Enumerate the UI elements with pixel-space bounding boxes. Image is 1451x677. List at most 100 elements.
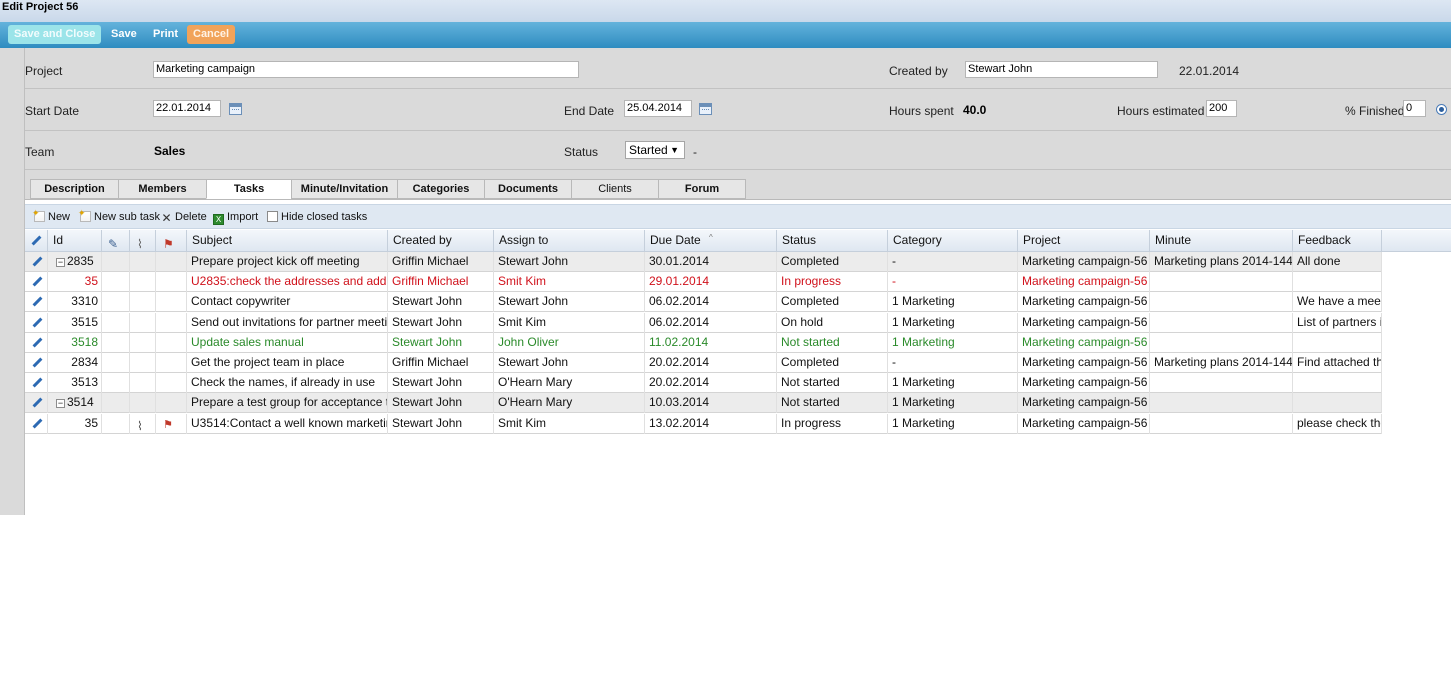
cell-assign-to: John Oliver xyxy=(494,332,645,353)
tab-minute-invitation[interactable]: Minute/Invitation xyxy=(291,179,398,199)
created-date: 22.01.2014 xyxy=(1179,64,1240,78)
tab-description[interactable]: Description xyxy=(30,179,119,199)
calendar-icon[interactable] xyxy=(229,103,242,115)
created-by-input[interactable]: Stewart John xyxy=(965,61,1158,78)
note-icon: ✎ xyxy=(108,237,119,251)
cell-id: 35 xyxy=(48,413,102,434)
header-status[interactable]: Status xyxy=(777,230,888,252)
table-row[interactable]: −3514 Prepare a test group for acceptance… xyxy=(25,393,1382,414)
created-by-label: Created by xyxy=(889,64,948,78)
delete-button[interactable]: ✕ Delete xyxy=(161,210,206,224)
edit-icon[interactable] xyxy=(32,277,42,287)
edit-icon[interactable] xyxy=(32,318,42,328)
cell-edit[interactable] xyxy=(25,373,48,394)
cell-id: 35 xyxy=(48,272,102,293)
cell-edit[interactable] xyxy=(25,272,48,293)
cell-edit[interactable] xyxy=(25,353,48,373)
cell-status: Completed xyxy=(777,292,888,313)
radio-button[interactable] xyxy=(1436,104,1447,115)
cell-edit[interactable] xyxy=(25,413,48,434)
table-row[interactable]: 3518 Update sales manual Stewart John John … xyxy=(25,332,1382,353)
project-name-input[interactable]: Marketing campaign xyxy=(153,61,579,78)
header-assign-to[interactable]: Assign to xyxy=(494,230,645,252)
collapse-icon[interactable]: − xyxy=(56,258,65,267)
cell-edit[interactable] xyxy=(25,393,48,414)
edit-icon[interactable] xyxy=(32,398,42,408)
import-button[interactable]: X Import xyxy=(213,210,258,225)
edit-icon[interactable] xyxy=(32,358,42,368)
end-date-input[interactable]: 25.04.2014 xyxy=(624,100,692,117)
header-attachment: ⌇ xyxy=(130,230,156,252)
cell-note xyxy=(102,292,130,313)
header-category[interactable]: Category xyxy=(888,230,1018,252)
hide-closed-tasks-toggle[interactable]: Hide closed tasks xyxy=(267,210,367,224)
edit-icon[interactable] xyxy=(32,419,42,429)
tab-forum[interactable]: Forum xyxy=(658,179,746,199)
attachment-icon[interactable]: ⌇ xyxy=(137,417,143,434)
cell-note xyxy=(102,373,130,394)
cell-subject: U2835:check the addresses and add the xyxy=(187,272,388,293)
table-row[interactable]: 3513 Check the names, if already in use St… xyxy=(25,373,1382,394)
cell-due-date: 10.03.2014 xyxy=(645,393,777,414)
cell-created-by: Stewart John xyxy=(388,332,494,353)
edit-icon[interactable] xyxy=(32,378,42,388)
status-select[interactable]: Started ▼ xyxy=(625,141,685,159)
cell-edit[interactable] xyxy=(25,252,48,272)
tab-categories[interactable]: Categories xyxy=(397,179,485,199)
collapse-icon[interactable]: − xyxy=(56,399,65,409)
new-task-button[interactable]: New xyxy=(32,206,70,224)
new-subtask-icon xyxy=(78,206,91,222)
cell-status: Not started xyxy=(777,393,888,414)
save-and-close-button[interactable]: Save and Close xyxy=(8,25,102,44)
cell-id: 3310 xyxy=(48,292,102,313)
tab-documents[interactable]: Documents xyxy=(484,179,572,199)
table-row[interactable]: ⌇ ⚑ 35 U3514:Contact a well known marketing… xyxy=(25,413,1382,434)
cell-status: In progress xyxy=(777,413,888,434)
window-titlebar: Edit Project 56 xyxy=(0,0,1451,22)
calendar-icon[interactable] xyxy=(699,103,712,115)
cell-category: 1 Marketing xyxy=(888,413,1018,434)
edit-icon[interactable] xyxy=(32,257,42,267)
main-toolbar: Save and Close Save Print Cancel xyxy=(0,22,1451,48)
cell-assign-to: Stewart John xyxy=(494,252,645,272)
cell-created-by: Stewart John xyxy=(388,312,494,333)
cell-id: −2835 xyxy=(48,252,102,272)
cell-attachment: ⌇ xyxy=(130,413,156,434)
table-row[interactable]: 3310 Contact copywriter Stewart John Stewar… xyxy=(25,292,1382,313)
header-id[interactable]: Id xyxy=(48,230,102,252)
percent-finished-input[interactable]: 0 xyxy=(1403,100,1426,117)
header-subject[interactable]: Subject xyxy=(187,230,388,252)
cell-edit[interactable] xyxy=(25,312,48,333)
edit-icon[interactable] xyxy=(32,297,42,307)
table-row[interactable]: 3515 Send out invitations for partner mee… xyxy=(25,312,1382,333)
tab-clients[interactable]: Clients xyxy=(571,179,659,199)
cancel-button[interactable]: Cancel xyxy=(187,25,236,44)
start-date-input[interactable]: 22.01.2014 xyxy=(153,100,221,117)
cell-note xyxy=(102,332,130,353)
print-button[interactable]: Print xyxy=(147,25,184,44)
edit-icon[interactable] xyxy=(32,338,42,348)
cell-status: Not started xyxy=(777,332,888,353)
tab-members[interactable]: Members xyxy=(118,179,207,199)
cell-project: Marketing campaign-56 xyxy=(1018,252,1150,272)
tab-tasks[interactable]: Tasks xyxy=(206,179,292,199)
cell-edit[interactable] xyxy=(25,332,48,353)
hide-closed-checkbox[interactable] xyxy=(267,211,278,222)
cell-flag xyxy=(156,292,187,313)
cell-subject: Prepare a test group for acceptance test xyxy=(187,393,388,414)
header-feedback[interactable]: Feedback xyxy=(1293,230,1382,252)
new-sub-task-button[interactable]: New sub task xyxy=(78,206,160,224)
attachment-icon: ⌇ xyxy=(137,237,143,251)
table-row[interactable]: 2834 Get the project team in place Griffin… xyxy=(25,353,1382,373)
table-row[interactable]: 35 U2835:check the addresses and add the G… xyxy=(25,272,1382,293)
header-created-by[interactable]: Created by xyxy=(388,230,494,252)
flag-icon[interactable]: ⚑ xyxy=(163,416,173,434)
cell-subject: U3514:Contact a well known marketing xyxy=(187,413,388,434)
cell-edit[interactable] xyxy=(25,292,48,313)
header-minute[interactable]: Minute xyxy=(1150,230,1293,252)
cell-attachment xyxy=(130,353,156,373)
table-row[interactable]: −2835 Prepare project kick off meeting Gri… xyxy=(25,252,1382,272)
header-project[interactable]: Project xyxy=(1018,230,1150,252)
hours-estimated-input[interactable]: 200 xyxy=(1206,100,1237,117)
save-button[interactable]: Save xyxy=(105,25,143,44)
